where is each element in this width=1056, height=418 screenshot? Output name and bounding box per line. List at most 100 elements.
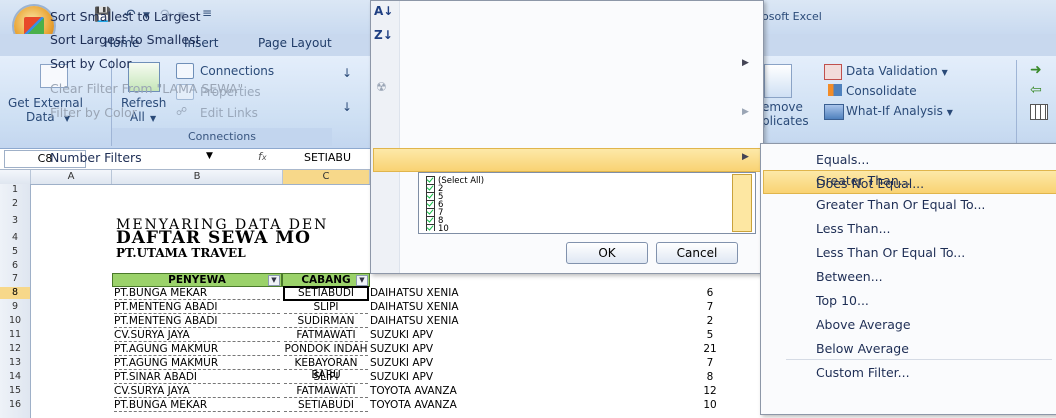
sort-ascending-icon: A↓ [374,4,394,18]
column-header[interactable]: A [31,170,112,184]
table-cell[interactable]: FATMAWATI [284,329,368,342]
submenu-arrow-icon: ▶ [742,58,749,68]
table-cell[interactable]: SUZUKI APV [370,329,670,341]
row-header[interactable]: 12 [0,343,30,355]
submenu-item-greater-than[interactable]: Greater Than... [816,170,911,192]
table-cell[interactable]: CV.SURYA JAYA [114,329,280,342]
subtotal-icon[interactable] [1030,104,1048,120]
row-header[interactable]: 11 [0,329,30,341]
row-header[interactable]: 2 [0,198,30,210]
data-validation-button[interactable]: Data Validation ▼ [846,64,948,78]
what-if-analysis-button[interactable]: What-If Analysis ▼ [846,104,953,118]
submenu-item-custom-filter[interactable]: Custom Filter... [816,362,910,384]
table-cell[interactable]: PT.AGUNG MAKMUR [114,357,280,370]
submenu-item-equals[interactable]: Equals... [816,149,869,171]
menu-item-sort-by-color[interactable]: Sort by Color [50,53,350,75]
checklist-scrollbar[interactable] [732,174,752,232]
table-cell[interactable]: SUZUKI APV [370,357,670,369]
column-header[interactable]: C [283,170,370,184]
row-header[interactable]: 14 [0,371,30,383]
table-cell[interactable]: SUZUKI APV [370,343,670,355]
row-header[interactable]: 4 [0,232,30,244]
table-cell[interactable]: PT.AGUNG MAKMUR [114,343,280,356]
table-cell[interactable]: DAIHATSU XENIA [370,287,670,299]
table-cell[interactable]: 5 [660,329,760,341]
table-header: PENYEWA ▼ [112,273,282,287]
table-cell[interactable]: 7 [660,301,760,313]
checklist-item[interactable]: 10 [426,224,449,231]
group-outline-icon[interactable]: ➜ [1030,62,1042,78]
menu-item-filter-by-color[interactable]: Filter by Color [50,102,137,124]
table-cell[interactable]: KEBAYORAN BARU [284,357,368,381]
remove-duplicates-label[interactable]: emove [762,100,803,114]
table-cell[interactable]: TOYOTA AVANZA [370,399,670,411]
what-if-dropdown-icon: ▼ [946,108,953,117]
filter-dropdown-icon[interactable]: ▼ [268,275,280,286]
table-cell[interactable]: 12 [660,385,760,397]
table-cell[interactable]: PT.MENTENG ABADI [114,315,280,328]
filter-dropdown-icon[interactable]: ▼ [356,275,368,286]
table-cell[interactable]: PT.MENTENG ABADI [114,301,280,314]
submenu-item-below-average[interactable]: Below Average [816,338,909,360]
table-cell[interactable]: FATMAWATI [284,385,368,398]
edit-links-button[interactable]: Edit Links [200,106,258,120]
table-cell[interactable]: SETIABUDI [284,399,368,412]
row-header[interactable]: 10 [0,315,30,327]
row-header[interactable]: 3 [0,215,30,227]
table-cell[interactable]: 10 [660,399,760,411]
menu-item-number-filters[interactable]: Number Filters [50,147,142,169]
row-header[interactable]: 6 [0,260,30,272]
row-header[interactable]: 7 [0,273,30,285]
select-all-corner[interactable] [0,170,31,184]
table-cell[interactable]: 21 [660,343,760,355]
submenu-item-top-10[interactable]: Top 10... [816,290,869,312]
refresh-dropdown-icon: ▼ [150,114,157,123]
ok-button[interactable]: OK [566,242,648,264]
table-cell[interactable]: SLIPI [284,301,368,314]
submenu-item-above-average[interactable]: Above Average [816,314,911,336]
table-cell[interactable]: 6 [660,287,760,299]
office-logo-icon [24,17,44,35]
table-cell[interactable]: 2 [660,315,760,327]
column-header[interactable]: B [112,170,283,184]
table-cell[interactable]: DAIHATSU XENIA [370,301,670,313]
table-cell[interactable]: 8 [660,371,760,383]
menu-item-clear-filter[interactable]: Clear Filter From "LAMA SEWA" [50,78,243,100]
cancel-button[interactable]: Cancel [656,242,738,264]
submenu-item-less-than-or-equal[interactable]: Less Than Or Equal To... [816,242,965,264]
table-cell[interactable]: PT.SINAR ABADI [114,371,280,384]
consolidate-button[interactable]: Consolidate [846,84,917,98]
row-header[interactable]: 8 [0,287,30,299]
row-header[interactable]: 15 [0,385,30,397]
menu-highlight [373,148,761,172]
customize-qat-icon[interactable]: ≡ [202,6,212,22]
table-cell[interactable]: PT.BUNGA MEKAR [114,399,280,412]
row-header[interactable]: 13 [0,357,30,369]
table-cell[interactable]: SUDIRMAN [284,315,368,328]
table-cell[interactable]: CV.SURYA JAYA [114,385,280,398]
table-cell[interactable]: PONDOK INDAH [284,343,368,356]
table-cell[interactable]: SETIABUDI [283,286,369,301]
formula-content[interactable]: SETIABU [304,151,351,164]
remove-duplicates-sub[interactable]: plicates [762,114,809,128]
row-header[interactable]: 5 [0,246,30,258]
table-cell[interactable]: DAIHATSU XENIA [370,315,670,327]
row-header[interactable]: 16 [0,399,30,411]
table-cell[interactable]: 7 [660,357,760,369]
table-cell[interactable]: TOYOTA AVANZA [370,385,670,397]
table-cell[interactable]: SLIPI [284,371,368,384]
row-header[interactable]: 9 [0,301,30,313]
submenu-item-between[interactable]: Between... [816,266,883,288]
tab-page-layout[interactable]: Page Layout [258,36,332,50]
table-cell[interactable]: PT.BUNGA MEKAR [114,287,280,300]
submenu-item-greater-than-or-equal[interactable]: Greater Than Or Equal To... [816,194,985,216]
sort-za-icon[interactable]: ↓ [342,100,352,114]
submenu-item-less-than[interactable]: Less Than... [816,218,891,240]
ungroup-outline-icon[interactable]: ⇦ [1030,82,1042,98]
menu-item-sort-ascending[interactable]: Sort Smallest to Largest [50,6,201,28]
menu-item-sort-descending[interactable]: Sort Largest to Smallest [50,29,201,51]
table-cell[interactable]: SUZUKI APV [370,371,670,383]
name-box-dropdown-icon[interactable]: ▼ [206,151,213,161]
row-header[interactable]: 1 [0,184,30,196]
function-icon[interactable]: fx [258,150,267,163]
